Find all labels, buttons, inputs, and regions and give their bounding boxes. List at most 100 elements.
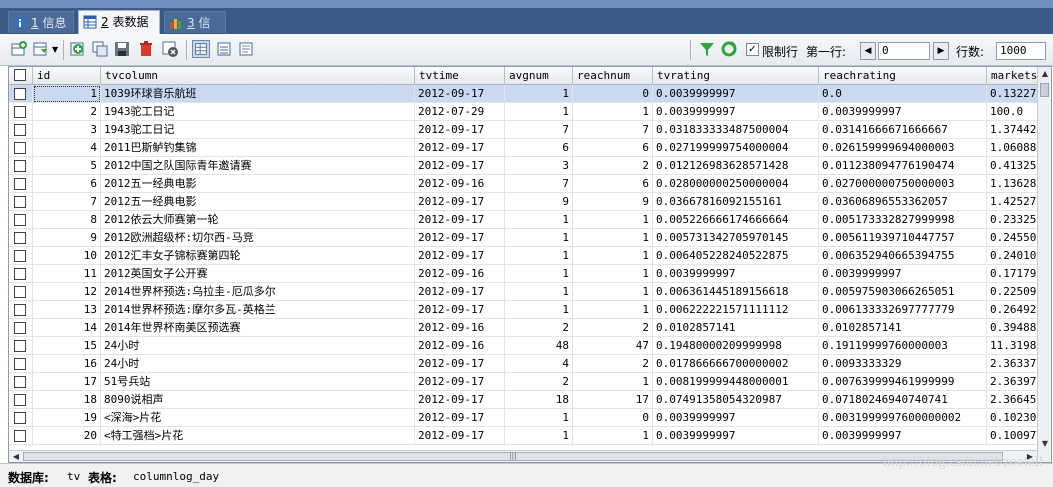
- scroll-up-arrow-icon[interactable]: ▲: [1038, 69, 1051, 78]
- row-select-cell[interactable]: [9, 409, 33, 427]
- cell-tvcolumn[interactable]: 2014年世界杯南美区预选赛: [101, 319, 415, 337]
- vertical-scrollbar[interactable]: ▲ ▼: [1037, 67, 1051, 462]
- tab-info-3[interactable]: 3 信息: [164, 11, 226, 52]
- cell-reachnum[interactable]: 0: [573, 85, 653, 103]
- cell-reachnum[interactable]: 9: [573, 193, 653, 211]
- cell-tvrating[interactable]: 0.027199999754000004: [653, 139, 819, 157]
- row-checkbox[interactable]: [14, 358, 26, 370]
- table-row[interactable]: 9 2012欧洲超级杯:切尔西-马竞 2012-09-17 1 1 0.005731342…: [9, 229, 1039, 247]
- cell-marketshare[interactable]: 0.22509: [987, 283, 1039, 301]
- row-checkbox[interactable]: [14, 142, 26, 154]
- row-checkbox[interactable]: [14, 232, 26, 244]
- table-row[interactable]: 2 1943驼工日记 2012-07-29 1 1 0.0039999997 0.00399…: [9, 103, 1039, 121]
- cell-tvrating[interactable]: 0.0102857141: [653, 319, 819, 337]
- row-checkbox[interactable]: [14, 412, 26, 424]
- cell-tvrating[interactable]: 0.012126983628571428: [653, 157, 819, 175]
- row-checkbox[interactable]: [14, 268, 26, 280]
- row-select-cell[interactable]: [9, 175, 33, 193]
- table-row[interactable]: 16 24小时 2012-09-17 4 2 0.017866666700000002 0.…: [9, 355, 1039, 373]
- row-select-cell[interactable]: [9, 337, 33, 355]
- cell-avgnum[interactable]: 2: [505, 373, 573, 391]
- cell-avgnum[interactable]: 1: [505, 247, 573, 265]
- cell-reachnum[interactable]: 2: [573, 319, 653, 337]
- cell-marketshare[interactable]: 11.3198: [987, 337, 1039, 355]
- row-select-cell[interactable]: [9, 427, 33, 445]
- row-checkbox[interactable]: [14, 88, 26, 100]
- row-checkbox[interactable]: [14, 322, 26, 334]
- cell-reachnum[interactable]: 2: [573, 355, 653, 373]
- cell-id[interactable]: 7: [33, 193, 101, 211]
- row-checkbox[interactable]: [14, 340, 26, 352]
- cell-tvrating[interactable]: 0.0039999997: [653, 103, 819, 121]
- cell-tvrating[interactable]: 0.07491358054320987: [653, 391, 819, 409]
- cell-reachrating[interactable]: 0.0039999997: [819, 265, 987, 283]
- row-checkbox[interactable]: [14, 394, 26, 406]
- row-select-cell[interactable]: [9, 121, 33, 139]
- cell-tvcolumn[interactable]: 8090说相声: [101, 391, 415, 409]
- cell-reachrating[interactable]: 0.005611939710447757: [819, 229, 987, 247]
- cell-reachrating[interactable]: 0.03141666671666667: [819, 121, 987, 139]
- cell-reachnum[interactable]: 17: [573, 391, 653, 409]
- cell-tvtime[interactable]: 2012-07-29: [415, 103, 505, 121]
- table-row[interactable]: 20 <特工强档>片花 2012-09-17 1 1 0.0039999997 0.0039…: [9, 427, 1039, 445]
- cell-tvrating[interactable]: 0.005226666174666664: [653, 211, 819, 229]
- cell-marketshare[interactable]: 1.13628: [987, 175, 1039, 193]
- cell-avgnum[interactable]: 1: [505, 265, 573, 283]
- table-row[interactable]: 18 8090说相声 2012-09-17 18 17 0.074913580543209…: [9, 391, 1039, 409]
- column-header-reachnum[interactable]: reachnum: [573, 67, 653, 85]
- tab-table-data[interactable]: 2 表数据: [78, 10, 160, 34]
- cell-id[interactable]: 1: [33, 85, 101, 103]
- scroll-left-arrow-icon[interactable]: ◀: [9, 452, 23, 461]
- cell-reachrating[interactable]: 0.19119999760000003: [819, 337, 987, 355]
- row-checkbox[interactable]: [14, 286, 26, 298]
- cell-reachnum[interactable]: 6: [573, 175, 653, 193]
- row-select-cell[interactable]: [9, 301, 33, 319]
- tab-info-1[interactable]: 1 信息: [8, 11, 74, 33]
- cell-id[interactable]: 2: [33, 103, 101, 121]
- row-checkbox[interactable]: [14, 304, 26, 316]
- table-row[interactable]: 17 51号兵站 2012-09-17 2 1 0.008199999448000001 0…: [9, 373, 1039, 391]
- cell-tvtime[interactable]: 2012-09-17: [415, 193, 505, 211]
- cell-tvcolumn[interactable]: 24小时: [101, 355, 415, 373]
- row-count-input[interactable]: 1000: [996, 42, 1046, 60]
- cell-reachrating[interactable]: 0.0039999997: [819, 103, 987, 121]
- cell-tvtime[interactable]: 2012-09-16: [415, 265, 505, 283]
- cell-tvtime[interactable]: 2012-09-16: [415, 319, 505, 337]
- cell-marketshare[interactable]: 0.24010: [987, 247, 1039, 265]
- cell-id[interactable]: 18: [33, 391, 101, 409]
- column-header-tvrating[interactable]: tvrating: [653, 67, 819, 85]
- cell-tvtime[interactable]: 2012-09-16: [415, 175, 505, 193]
- select-all-checkbox[interactable]: [14, 69, 26, 81]
- cell-reachrating[interactable]: 0.03606896553362057: [819, 193, 987, 211]
- cell-avgnum[interactable]: 6: [505, 139, 573, 157]
- cell-reachnum[interactable]: 1: [573, 103, 653, 121]
- cell-avgnum[interactable]: 18: [505, 391, 573, 409]
- row-select-cell[interactable]: [9, 391, 33, 409]
- row-checkbox[interactable]: [14, 160, 26, 172]
- cell-id[interactable]: 20: [33, 427, 101, 445]
- cell-avgnum[interactable]: 3: [505, 157, 573, 175]
- table-row[interactable]: 5 2012中国之队国际青年邀请赛 2012-09-17 3 2 0.0121269836…: [9, 157, 1039, 175]
- cell-reachrating[interactable]: 0.027000000750000003: [819, 175, 987, 193]
- cell-reachrating[interactable]: 0.005975903066265051: [819, 283, 987, 301]
- cell-id[interactable]: 8: [33, 211, 101, 229]
- cell-marketshare[interactable]: 2.36397: [987, 373, 1039, 391]
- column-header-reachrating[interactable]: reachrating: [819, 67, 987, 85]
- text-view-icon[interactable]: [237, 40, 255, 58]
- cell-reachnum[interactable]: 6: [573, 139, 653, 157]
- cell-tvtime[interactable]: 2012-09-17: [415, 85, 505, 103]
- cell-reachrating[interactable]: 0.0039999997: [819, 427, 987, 445]
- column-header-avgnum[interactable]: avgnum: [505, 67, 573, 85]
- row-checkbox[interactable]: [14, 178, 26, 190]
- cell-reachnum[interactable]: 2: [573, 157, 653, 175]
- scroll-down-arrow-icon[interactable]: ▼: [1038, 439, 1051, 448]
- cell-avgnum[interactable]: 9: [505, 193, 573, 211]
- cell-tvcolumn[interactable]: <特工强档>片花: [101, 427, 415, 445]
- cell-tvcolumn[interactable]: 1943驼工日记: [101, 103, 415, 121]
- grid-view-icon[interactable]: [192, 40, 210, 58]
- row-checkbox[interactable]: [14, 214, 26, 226]
- cell-marketshare[interactable]: 2.36645: [987, 391, 1039, 409]
- cell-id[interactable]: 9: [33, 229, 101, 247]
- cell-id[interactable]: 10: [33, 247, 101, 265]
- column-header-marketshare[interactable]: marketshare: [987, 67, 1039, 85]
